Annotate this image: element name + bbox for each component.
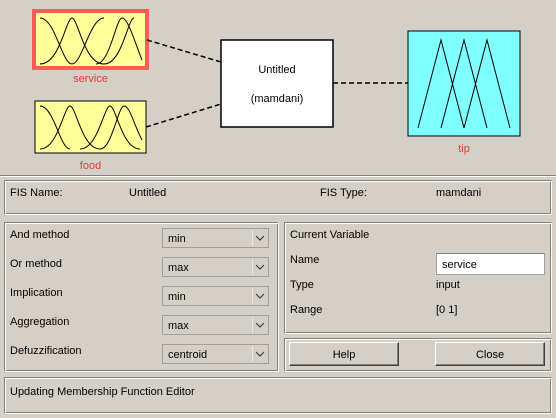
defuzzification-select[interactable]: centroid [162, 344, 269, 364]
output-label-tip: tip [458, 143, 470, 155]
chevron-down-icon [252, 288, 267, 304]
chevron-down-icon [252, 346, 267, 362]
input-label-food: food [79, 160, 102, 172]
variable-range-label: Range [290, 304, 323, 316]
close-button[interactable]: Close [435, 342, 545, 366]
defuzzification-label: Defuzzification [10, 345, 82, 357]
input-label-service: service [73, 73, 108, 85]
variable-name-value: service [442, 259, 477, 271]
or-method-label: Or method [10, 258, 62, 270]
input-block-service[interactable] [32, 9, 149, 70]
and-method-value: min [168, 233, 186, 245]
divider [0, 175, 556, 177]
system-type: (mamdani) [250, 93, 304, 105]
fis-name-label: FIS Name: [10, 187, 63, 199]
variable-type-value: input [436, 279, 460, 291]
aggregation-label: Aggregation [10, 316, 70, 328]
chevron-down-icon [252, 317, 267, 333]
variable-name-label: Name [290, 254, 320, 266]
close-button-label: Close [475, 349, 505, 361]
and-method-select[interactable]: min [162, 228, 269, 248]
variable-range-value: [0 1] [436, 304, 458, 316]
variable-type-label: Type [290, 279, 314, 291]
or-method-select[interactable]: max [162, 257, 269, 277]
variable-name-field[interactable]: service [436, 253, 545, 275]
fis-name-value: Untitled [129, 187, 167, 199]
and-method-label: And method [10, 229, 70, 241]
implication-value: min [168, 291, 186, 303]
system-block[interactable] [220, 39, 334, 128]
input-block-food[interactable] [34, 100, 147, 154]
defuzzification-value: centroid [168, 349, 208, 361]
chevron-down-icon [252, 259, 267, 275]
fis-type-value: mamdani [436, 187, 482, 199]
implication-select[interactable]: min [162, 286, 269, 306]
help-button-label: Help [332, 349, 356, 361]
status-text: Updating Membership Function Editor [10, 386, 195, 398]
aggregation-value: max [168, 320, 189, 332]
aggregation-select[interactable]: max [162, 315, 269, 335]
or-method-value: max [168, 262, 189, 274]
fis-type-label: FIS Type: [320, 187, 367, 199]
system-name: Untitled [258, 64, 296, 76]
output-block-tip[interactable] [407, 30, 521, 137]
current-variable-title: Current Variable [290, 229, 370, 241]
implication-label: Implication [10, 287, 63, 299]
help-button[interactable]: Help [289, 342, 399, 366]
chevron-down-icon [252, 230, 267, 246]
